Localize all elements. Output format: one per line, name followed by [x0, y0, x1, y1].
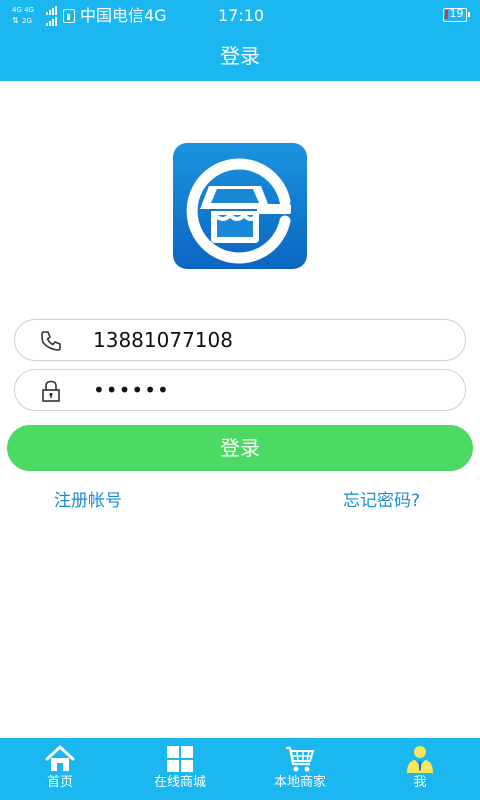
grid-icon — [167, 746, 193, 772]
password-field[interactable] — [14, 369, 466, 411]
user-icon — [407, 746, 433, 773]
page-title: 登录 — [220, 44, 260, 68]
nav-item-me[interactable]: 我 — [360, 738, 480, 800]
nav-label-online-mall: 在线商城 — [153, 775, 206, 790]
login-button[interactable]: 登录 — [7, 425, 473, 471]
nav-label-local-merchants: 本地商家 — [273, 775, 326, 790]
network-type-bottom: 2G — [22, 17, 32, 25]
nav-label-me: 我 — [413, 775, 427, 790]
store-logo-icon — [186, 158, 291, 264]
bottom-nav: 首页 在线商城 本地商家 我 — [0, 738, 480, 800]
nav-item-online-mall[interactable]: 在线商城 — [120, 738, 240, 800]
carrier-name: 中国电信4G — [80, 6, 167, 25]
phone-field[interactable] — [14, 319, 466, 361]
data-arrows: ⇅ — [12, 16, 19, 25]
phone-icon — [41, 331, 61, 351]
status-bar: 4G 4G ⇅ 2G 中国电信4G 17:10 19 — [0, 0, 480, 32]
nav-item-local-merchants[interactable]: 本地商家 — [240, 738, 360, 800]
nav-label-home: 首页 — [46, 775, 73, 790]
nav-item-home[interactable]: 首页 — [0, 738, 120, 800]
battery-percent: 19 — [449, 7, 464, 20]
register-link[interactable]: 注册帐号 — [54, 490, 122, 512]
signal-bars-bottom-icon — [46, 17, 57, 26]
password-input[interactable] — [93, 376, 443, 404]
cart-icon — [286, 746, 315, 772]
forgot-password-link[interactable]: 忘记密码? — [343, 490, 420, 512]
home-icon — [45, 745, 75, 771]
phone-input[interactable] — [93, 326, 443, 354]
battery-icon: 19 — [443, 7, 470, 22]
signal-indicator: 4G 4G ⇅ 2G — [12, 6, 60, 26]
app-header: 登录 — [0, 32, 480, 81]
app-logo — [173, 143, 307, 269]
network-type-top: 4G 4G — [12, 6, 34, 14]
sim-icon — [63, 9, 75, 23]
lock-icon — [42, 380, 60, 402]
status-time: 17:10 — [218, 6, 265, 25]
signal-bars-top-icon — [46, 6, 57, 15]
